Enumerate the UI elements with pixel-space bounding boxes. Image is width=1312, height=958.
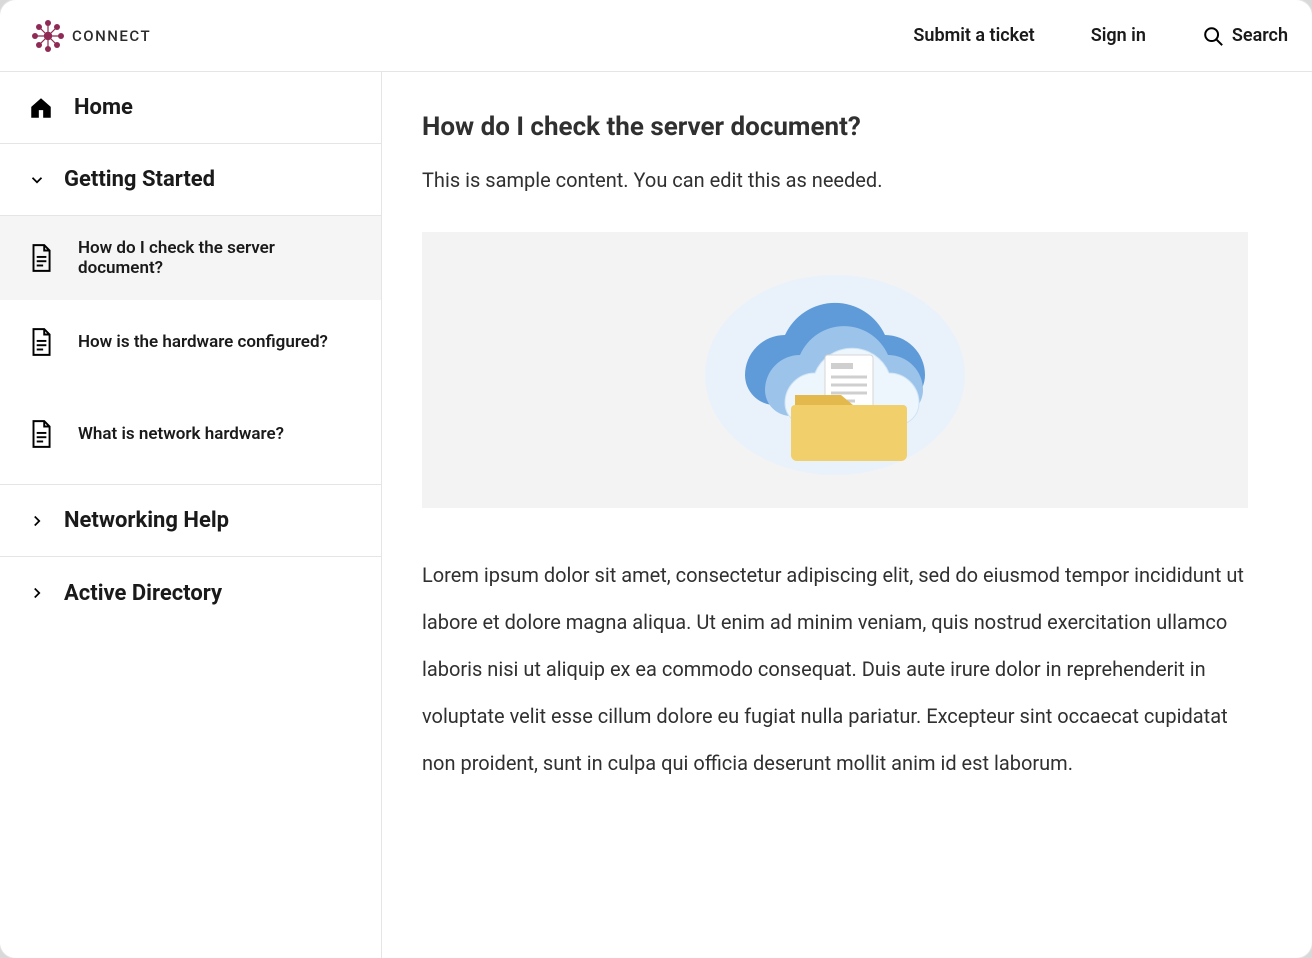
sidebar-section-label: Getting Started (64, 167, 215, 192)
sidebar-article-check-server-document[interactable]: How do I check the server document? (0, 216, 381, 300)
submit-ticket-link[interactable]: Submit a ticket (913, 25, 1034, 46)
home-icon (28, 95, 54, 121)
sidebar-article-network-hardware[interactable]: What is network hardware? (0, 384, 381, 484)
search-label: Search (1232, 25, 1288, 46)
main-content: How do I check the server document? This… (382, 72, 1312, 958)
cloud-folder-illustration (685, 255, 985, 485)
article-body: Lorem ipsum dolor sit amet, consectetur … (422, 552, 1248, 787)
sidebar-section-label: Networking Help (64, 508, 229, 533)
logo-mark-icon (28, 16, 68, 56)
document-icon (28, 243, 54, 273)
article-illustration-container (422, 232, 1248, 508)
sidebar-section-children: How do I check the server document? How … (0, 216, 381, 485)
app-frame: CONNECT Submit a ticket Sign in Search H… (0, 0, 1312, 958)
search-icon (1202, 25, 1224, 47)
document-icon (28, 419, 54, 449)
chevron-down-icon (28, 171, 46, 189)
sidebar-section-active-directory[interactable]: Active Directory (0, 557, 381, 629)
sidebar-article-hardware-configured[interactable]: How is the hardware configured? (0, 300, 381, 384)
body: Home Getting Started How do I check the … (0, 72, 1312, 958)
sidebar: Home Getting Started How do I check the … (0, 72, 382, 958)
sidebar-section-label: Active Directory (64, 581, 222, 606)
logo[interactable]: CONNECT (28, 16, 151, 56)
article-sample: This is sample content. You can edit thi… (422, 168, 1252, 192)
sign-in-link[interactable]: Sign in (1091, 25, 1146, 46)
logo-word: CONNECT (72, 27, 151, 45)
chevron-right-icon (28, 584, 46, 602)
topbar-right: Submit a ticket Sign in Search (913, 25, 1288, 47)
sidebar-section-networking-help[interactable]: Networking Help (0, 485, 381, 557)
document-icon (28, 327, 54, 357)
search-button[interactable]: Search (1202, 25, 1288, 47)
sidebar-section-getting-started[interactable]: Getting Started (0, 144, 381, 216)
sidebar-article-label: What is network hardware? (78, 424, 284, 444)
chevron-right-icon (28, 512, 46, 530)
article-title: How do I check the server document? (422, 112, 1252, 142)
sidebar-article-label: How is the hardware configured? (78, 332, 328, 352)
sidebar-item-home[interactable]: Home (0, 72, 381, 144)
sidebar-home-label: Home (74, 95, 133, 120)
sidebar-article-label: How do I check the server document? (78, 238, 353, 278)
topbar: CONNECT Submit a ticket Sign in Search (0, 0, 1312, 72)
